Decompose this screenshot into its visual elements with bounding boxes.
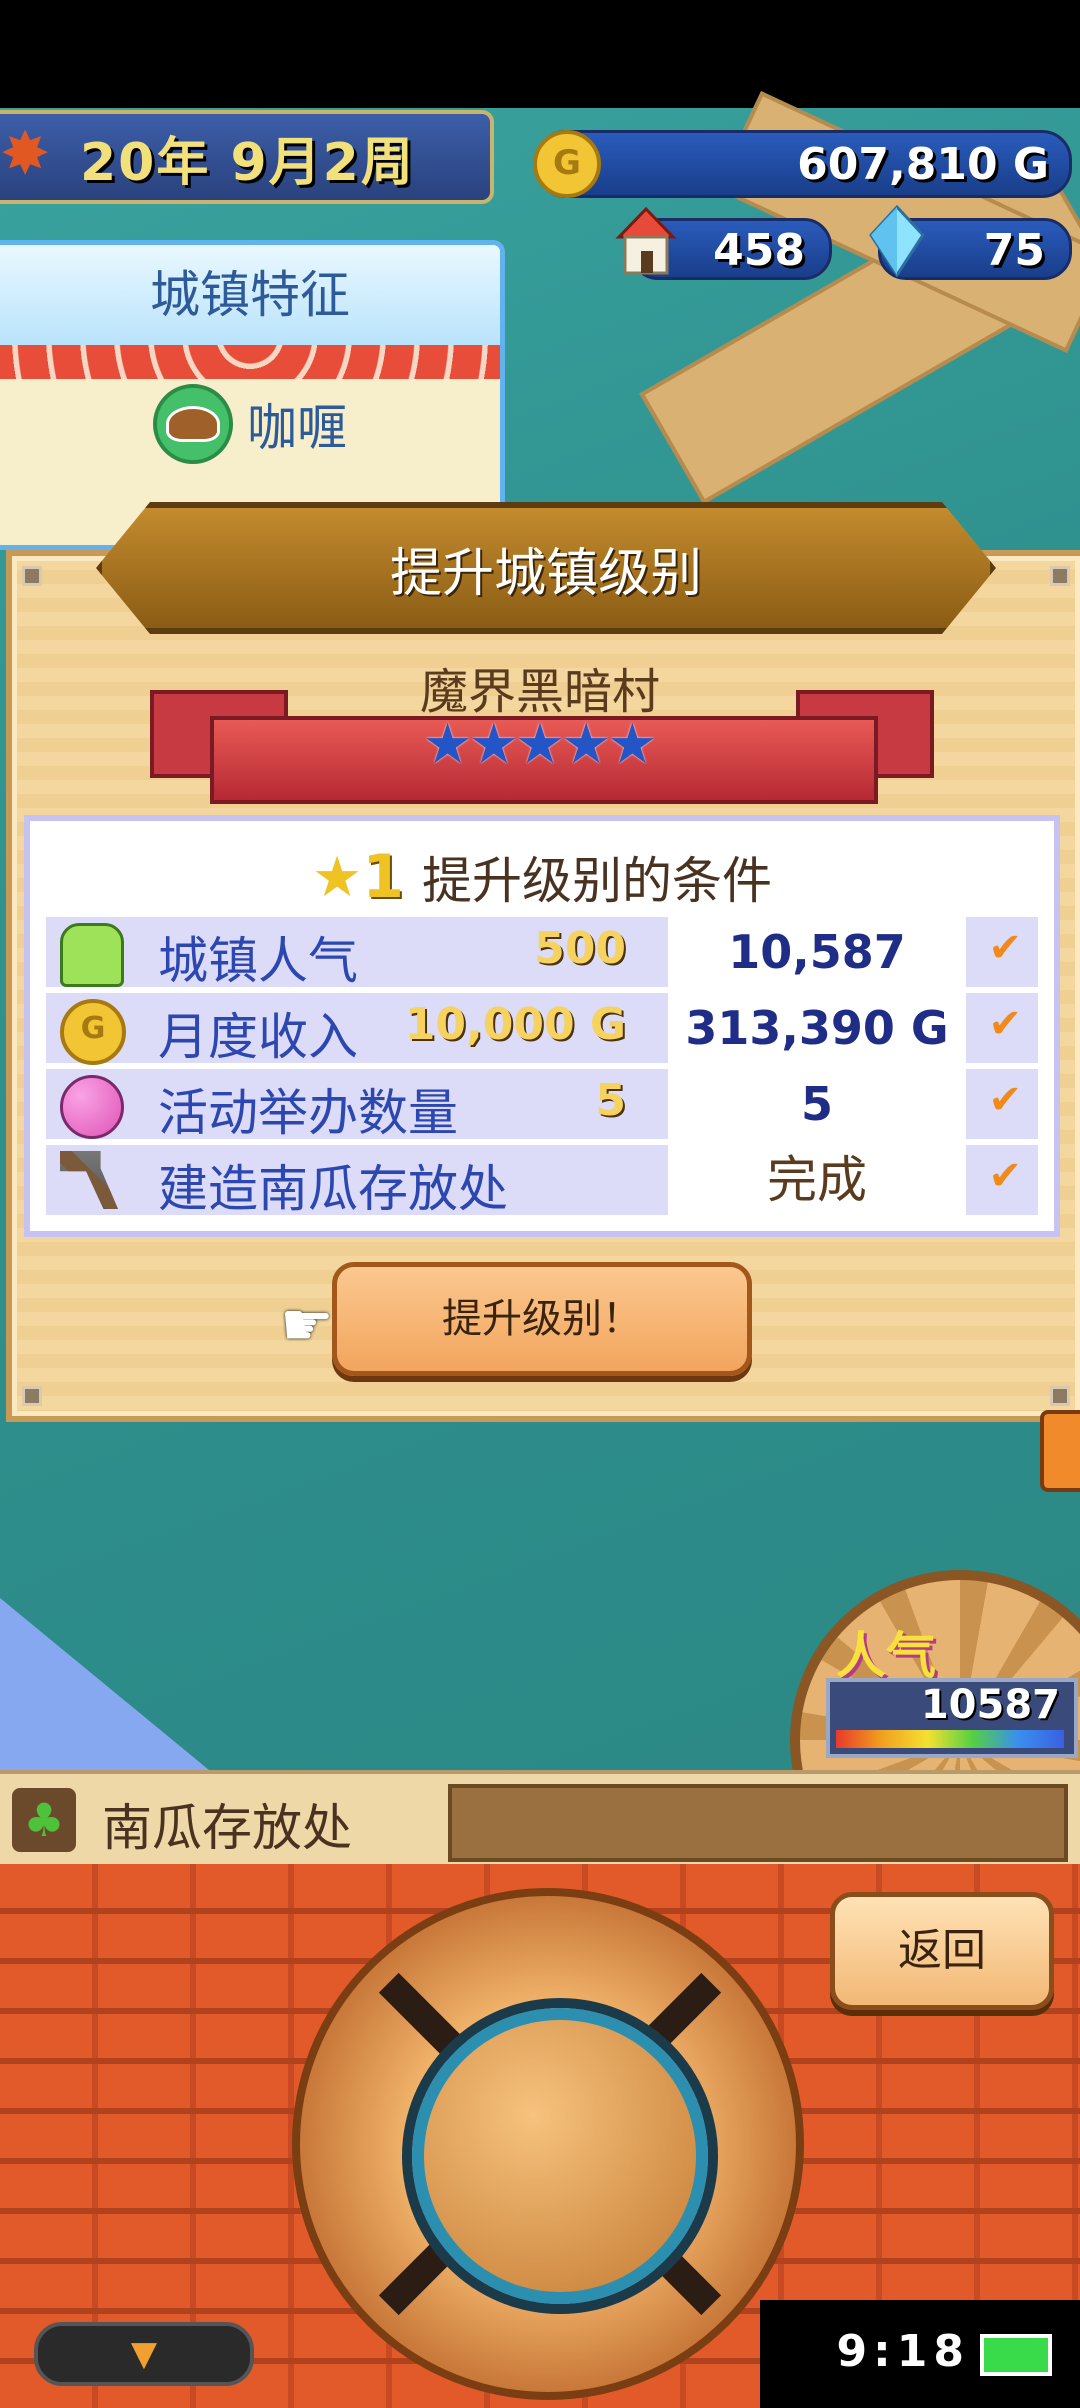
conditions-table: ★1 提升级别的条件 城镇人气 500 10,587 ✔ G 月度收入 10,00… <box>24 815 1060 1237</box>
condition-current: 5 <box>668 1069 966 1139</box>
status-area: 9:18 <box>760 2300 1080 2408</box>
village-rank-stars: ★★★★★ <box>0 712 1080 777</box>
town-features-title: 城镇特征 <box>0 245 500 345</box>
condition-label: 活动举办数量 <box>158 1084 458 1142</box>
rivet <box>1050 1386 1070 1406</box>
dpad[interactable] <box>292 1888 804 2400</box>
condition-required: 10,000 G <box>404 999 626 1050</box>
check-icon: ✔ <box>988 925 1022 971</box>
gold-value: 607,810 G <box>797 139 1049 190</box>
popularity-bar <box>836 1730 1064 1748</box>
star-icon: ★ <box>312 844 363 910</box>
level-up-button[interactable]: 提升级别！ <box>332 1262 752 1376</box>
hammer-icon <box>60 1151 118 1209</box>
clock: 9:18 <box>836 2326 970 2377</box>
dialog-title-banner: 提升城镇级别 <box>96 502 996 634</box>
star-icon: ★ <box>514 712 566 777</box>
date-text: 20年 9月2周 <box>80 132 415 193</box>
back-button[interactable]: 返回 <box>830 1892 1054 2010</box>
gold-coin-icon: G <box>533 130 601 198</box>
gold-coin-icon: G <box>60 999 126 1065</box>
date-display: ✸ 20年 9月2周 <box>0 110 494 204</box>
collapse-button[interactable]: ▼ <box>34 2322 254 2386</box>
balloon-icon <box>60 1075 124 1139</box>
pointing-hand-icon: ☛ <box>280 1290 334 1360</box>
maple-leaf-icon: ✸ <box>0 119 51 189</box>
condition-level: 1 <box>362 842 404 912</box>
curtain-drape <box>0 345 500 379</box>
conditions-header: ★1 提升级别的条件 <box>30 841 1054 913</box>
condition-label: 建造南瓜存放处 <box>158 1160 508 1218</box>
popularity-icon <box>60 923 124 987</box>
conditions-title: 提升级别的条件 <box>421 852 772 910</box>
condition-row-building: 建造南瓜存放处 完成 ✔ <box>46 1145 1038 1218</box>
top-black-bar <box>0 0 1080 108</box>
condition-required: 500 <box>534 923 626 974</box>
condition-row-events: 活动举办数量 5 5 ✔ <box>46 1069 1038 1142</box>
crystal-icon <box>869 205 925 277</box>
house-count: 458 <box>615 207 832 280</box>
curry-icon <box>153 384 233 464</box>
battery-icon <box>980 2334 1052 2376</box>
condition-current: 完成 <box>668 1145 966 1215</box>
star-icon: ★ <box>607 712 658 777</box>
popularity-gauge[interactable]: 10587 <box>826 1678 1078 1758</box>
house-icon <box>615 207 677 275</box>
rivet <box>22 1386 42 1406</box>
popularity-value: 10587 <box>920 1682 1060 1728</box>
rivet <box>1050 566 1070 586</box>
gold-display: G 607,810 G <box>533 130 1072 198</box>
house-value: 458 <box>713 225 805 276</box>
condition-label: 月度收入 <box>158 1008 358 1066</box>
town-feature-item: 咖喱 <box>0 379 500 469</box>
condition-required: 5 <box>595 1075 626 1126</box>
check-icon: ✔ <box>988 1001 1022 1047</box>
star-icon: ★ <box>468 712 519 777</box>
info-text: 南瓜存放处 <box>102 1799 352 1857</box>
condition-row-income: G 月度收入 10,000 G 313,390 G ✔ <box>46 993 1038 1066</box>
condition-label: 城镇人气 <box>158 932 358 990</box>
info-field <box>448 1784 1068 1862</box>
town-feature-name: 咖喱 <box>247 399 347 457</box>
check-icon: ✔ <box>988 1077 1022 1123</box>
tree-icon: ♣ <box>12 1788 76 1852</box>
star-icon: ★ <box>561 712 612 777</box>
dialog-title: 提升城镇级别 <box>389 543 702 604</box>
crystal-count: 75 <box>869 205 1072 280</box>
dpad-center-button[interactable] <box>412 2008 708 2304</box>
crystal-value: 75 <box>983 225 1045 276</box>
check-icon: ✔ <box>988 1153 1022 1199</box>
star-icon: ★ <box>422 712 473 777</box>
condition-row-popularity: 城镇人气 500 10,587 ✔ <box>46 917 1038 990</box>
side-tab[interactable] <box>1040 1410 1080 1492</box>
info-bar: ♣ 南瓜存放处 <box>0 1770 1080 1874</box>
condition-current: 313,390 G <box>668 993 966 1063</box>
condition-current: 10,587 <box>668 917 966 987</box>
rivet <box>22 566 42 586</box>
